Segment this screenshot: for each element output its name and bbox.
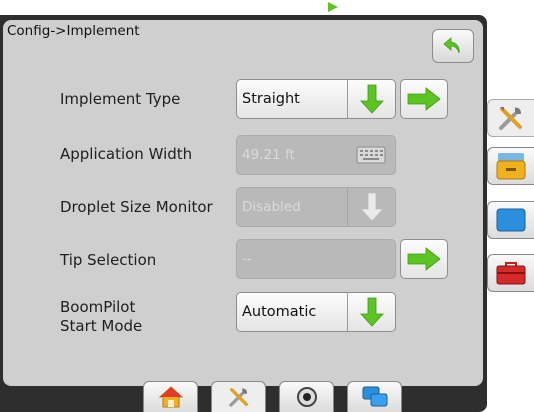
tip-selection-field: -- [236, 239, 396, 279]
implement-type-value: Straight [242, 91, 300, 107]
application-width-field: 49.21 ft [236, 135, 396, 175]
console-icon [496, 153, 526, 180]
boompilot-start-mode-label-line2: Start Mode [60, 317, 143, 335]
droplet-size-monitor-dropdown: Disabled [236, 187, 396, 227]
top-arrow-icon [328, 2, 338, 12]
green-down-arrow-icon [359, 297, 384, 327]
toolbox-icon [496, 262, 526, 285]
boompilot-start-mode-label-line1: BoomPilot [60, 298, 136, 316]
home-icon [158, 386, 183, 408]
droplet-size-monitor-dropdown-button [348, 188, 395, 226]
boompilot-start-mode-dropdown-button[interactable] [348, 293, 395, 331]
side-tab-display[interactable] [487, 201, 534, 239]
boompilot-start-mode-label: BoomPilot Start Mode [60, 298, 142, 336]
implement-type-next-button[interactable] [400, 79, 448, 119]
droplet-size-monitor-value: Disabled [242, 199, 301, 215]
tools-icon [228, 388, 248, 407]
back-arrow-icon [443, 37, 460, 54]
keyboard-icon [356, 146, 385, 164]
green-right-arrow-icon [407, 87, 441, 111]
tip-selection-label: Tip Selection [60, 251, 157, 269]
implement-type-label: Implement Type [60, 90, 181, 108]
bottom-tab-gps[interactable] [279, 381, 334, 412]
top-strip [0, 0, 487, 15]
tools-icon [499, 107, 522, 130]
implement-type-dropdown-button[interactable] [348, 80, 395, 118]
side-tab-console[interactable] [487, 147, 534, 185]
screens-icon [362, 386, 387, 407]
application-width-keyboard-button [347, 136, 394, 174]
application-width-label: Application Width [60, 145, 193, 163]
side-tab-toolbox[interactable] [487, 254, 534, 292]
gray-down-arrow-icon [359, 192, 384, 222]
side-tab-tools[interactable] [487, 99, 534, 137]
green-down-arrow-icon [359, 84, 384, 114]
back-button[interactable] [432, 29, 474, 63]
boompilot-start-mode-dropdown[interactable]: Automatic [236, 292, 396, 332]
tip-selection-value: -- [242, 251, 252, 267]
droplet-size-monitor-label: Droplet Size Monitor [60, 198, 213, 216]
green-right-arrow-icon [407, 247, 441, 271]
bottom-tab-tools[interactable] [211, 381, 266, 412]
implement-type-dropdown[interactable]: Straight [236, 79, 396, 119]
bottom-tab-home[interactable] [143, 381, 198, 412]
bottom-tab-screens[interactable] [347, 381, 402, 412]
display-icon [496, 208, 526, 232]
tip-selection-next-button[interactable] [400, 239, 448, 279]
page-title: Config->Implement [7, 23, 140, 39]
gps-icon [296, 387, 317, 407]
boompilot-start-mode-value: Automatic [242, 304, 317, 320]
application-width-value: 49.21 ft [242, 147, 295, 163]
